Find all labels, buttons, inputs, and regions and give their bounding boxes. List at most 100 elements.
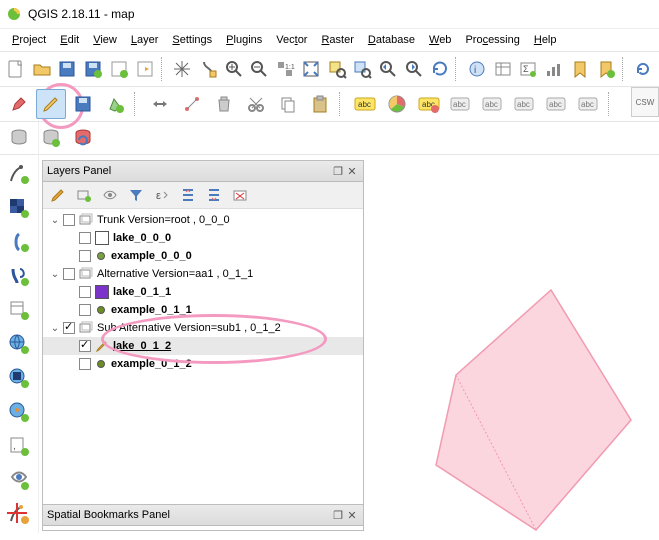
menu-raster[interactable]: Raster (315, 31, 359, 49)
menu-view[interactable]: View (87, 31, 123, 49)
menu-web[interactable]: Web (423, 31, 457, 49)
layer-group[interactable]: ⌄Sub Alternative Version=sub1 , 0_1_2 (43, 319, 363, 337)
expand-icon[interactable]: ⌄ (49, 214, 61, 226)
layer-style-button[interactable] (47, 184, 69, 206)
toggle-editing-button[interactable] (36, 89, 66, 119)
map-canvas[interactable] (366, 160, 659, 533)
refresh-map-button[interactable] (631, 54, 655, 84)
add-raster-layer-button[interactable] (5, 194, 33, 222)
save-project-as-button[interactable] (81, 54, 105, 84)
zoom-last-button[interactable] (376, 54, 400, 84)
visibility-checkbox[interactable] (79, 304, 91, 316)
save-layer-edits-button[interactable] (68, 89, 98, 119)
filter-legend-button[interactable] (125, 184, 147, 206)
zoom-out-button[interactable] (247, 54, 271, 84)
paste-features-button[interactable] (305, 89, 335, 119)
cut-features-button[interactable] (241, 89, 271, 119)
delete-selected-button[interactable] (209, 89, 239, 119)
move-label-button[interactable]: abc (510, 89, 540, 119)
pin-labels-button[interactable]: abc (446, 89, 476, 119)
highlight-labels-button[interactable]: abc (414, 89, 444, 119)
visibility-checkbox[interactable] (63, 268, 75, 280)
node-tool-button[interactable] (177, 89, 207, 119)
add-wfs-layer-button[interactable] (5, 398, 33, 426)
layer-item[interactable]: example_0_0_0 (43, 247, 363, 265)
add-vector-layer-button[interactable] (5, 160, 33, 188)
visibility-checkbox[interactable] (79, 286, 91, 298)
add-virtual-layer-button[interactable] (5, 466, 33, 494)
add-feature-button[interactable] (100, 89, 130, 119)
layer-group[interactable]: ⌄Trunk Version=root , 0_0_0 (43, 211, 363, 229)
menu-project[interactable]: Project (6, 31, 52, 49)
pan-to-selection-button[interactable] (196, 54, 220, 84)
menu-plugins[interactable]: Plugins (220, 31, 268, 49)
layer-diagram-options-button[interactable] (382, 89, 412, 119)
zoom-full-button[interactable] (299, 54, 323, 84)
close-panel-button[interactable]: ✕ (345, 164, 359, 178)
statistics-button[interactable] (542, 54, 566, 84)
layer-labeling-options-button[interactable]: abc (350, 89, 380, 119)
new-print-composer-button[interactable] (107, 54, 131, 84)
db-refresh-button[interactable] (68, 123, 98, 153)
zoom-to-layer-button[interactable] (350, 54, 374, 84)
layer-item[interactable]: lake_0_1_1 (43, 283, 363, 301)
composer-manager-button[interactable] (133, 54, 157, 84)
filter-by-expression-button[interactable]: ε (151, 184, 173, 206)
undock-panel-button[interactable]: ❐ (331, 508, 345, 522)
new-project-button[interactable] (4, 54, 28, 84)
zoom-to-selection-button[interactable] (325, 54, 349, 84)
layer-item[interactable]: lake_0_0_0 (43, 229, 363, 247)
menu-database[interactable]: Database (362, 31, 421, 49)
visibility-checkbox[interactable] (79, 340, 91, 352)
expand-icon[interactable]: ⌄ (49, 322, 61, 334)
menu-settings[interactable]: Settings (166, 31, 218, 49)
pan-map-button[interactable] (170, 54, 194, 84)
visibility-checkbox[interactable] (63, 322, 75, 334)
change-label-button[interactable]: abc (574, 89, 604, 119)
add-delimited-text-layer-button[interactable]: , (5, 432, 33, 460)
zoom-native-button[interactable]: 1:1 (273, 54, 297, 84)
refresh-button[interactable] (428, 54, 452, 84)
layer-item[interactable]: example_0_1_1 (43, 301, 363, 319)
visibility-checkbox[interactable] (79, 232, 91, 244)
add-mssql-layer-button[interactable] (5, 296, 33, 324)
close-panel-button[interactable]: ✕ (345, 508, 359, 522)
layers-tree[interactable]: ⌄Trunk Version=root , 0_0_0lake_0_0_0exa… (43, 209, 363, 507)
add-wms-layer-button[interactable] (5, 330, 33, 358)
new-bookmark-button[interactable] (594, 54, 618, 84)
field-calculator-button[interactable]: Σ (517, 54, 541, 84)
expand-icon[interactable]: ⌄ (49, 268, 61, 280)
layer-group[interactable]: ⌄Alternative Version=aa1 , 0_1_1 (43, 265, 363, 283)
visibility-checkbox[interactable] (63, 214, 75, 226)
open-project-button[interactable] (30, 54, 54, 84)
coordinate-capture-button[interactable] (6, 502, 28, 527)
collapse-all-button[interactable] (203, 184, 225, 206)
move-feature-button[interactable] (145, 89, 175, 119)
db-add-button[interactable] (36, 123, 66, 153)
expand-all-button[interactable] (177, 184, 199, 206)
visibility-checkbox[interactable] (79, 358, 91, 370)
add-wcs-layer-button[interactable] (5, 364, 33, 392)
menu-processing[interactable]: Processing (459, 31, 525, 49)
copy-features-button[interactable] (273, 89, 303, 119)
csw-button[interactable]: CSW (631, 87, 659, 117)
menu-vector[interactable]: Vector (270, 31, 313, 49)
zoom-in-button[interactable] (222, 54, 246, 84)
layers-panel-header[interactable]: Layers Panel ❐ ✕ (43, 161, 363, 182)
bookmarks-panel-header[interactable]: Spatial Bookmarks Panel ❐ ✕ (43, 505, 363, 526)
show-hide-labels-button[interactable]: abc (478, 89, 508, 119)
layer-item[interactable]: example_0_1_2 (43, 355, 363, 373)
menu-layer[interactable]: Layer (125, 31, 165, 49)
manage-visibility-button[interactable] (99, 184, 121, 206)
zoom-next-button[interactable] (402, 54, 426, 84)
save-project-button[interactable] (56, 54, 80, 84)
add-group-button[interactable] (73, 184, 95, 206)
add-postgis-layer-button[interactable] (5, 262, 33, 290)
menu-edit[interactable]: Edit (54, 31, 85, 49)
open-attribute-table-button[interactable] (491, 54, 515, 84)
remove-layer-button[interactable] (229, 184, 251, 206)
rotate-label-button[interactable]: abc (542, 89, 572, 119)
identify-button[interactable]: i (465, 54, 489, 84)
layer-item[interactable]: lake_0_1_2 (43, 337, 363, 355)
current-edits-button[interactable] (4, 89, 34, 119)
